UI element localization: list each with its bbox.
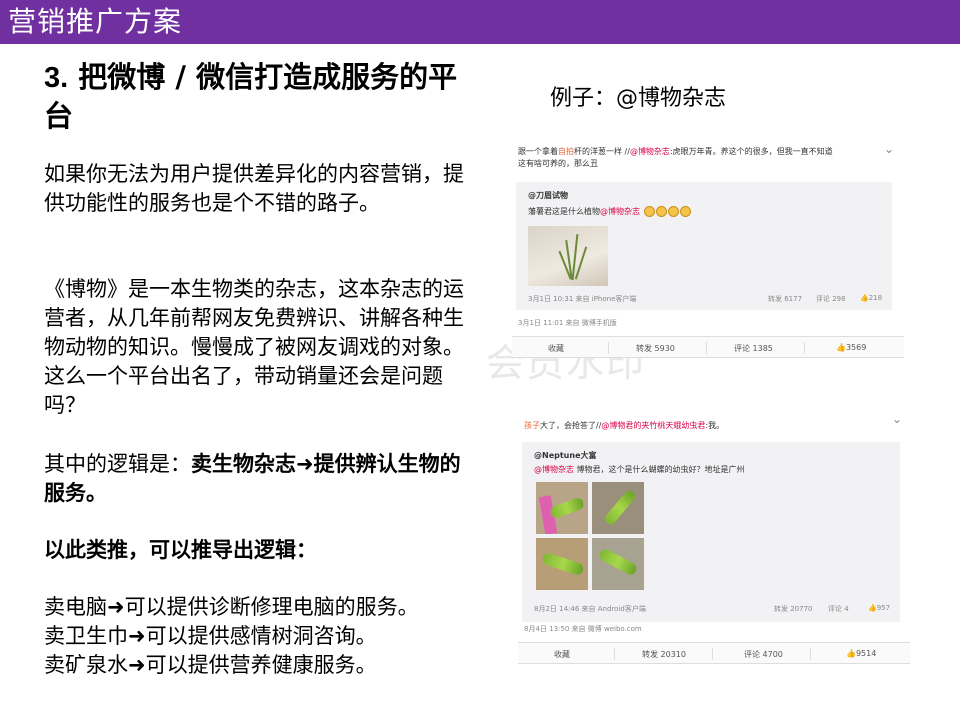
analogy-line: 卖矿泉水➜可以提供营养健康服务。 xyxy=(44,653,377,677)
analogy-line: 卖卫生巾➜可以提供感情树洞咨询。 xyxy=(44,624,377,648)
plant-photo[interactable] xyxy=(528,226,608,286)
source-stat[interactable]: 评论 4 xyxy=(828,604,849,614)
comment-button[interactable]: 评论 1385 xyxy=(734,343,773,354)
source-text-part: 博物君，这个是什么蝴蝶的幼虫好？地址是广州 xyxy=(576,465,745,474)
source-stat[interactable]: 转发 20770 xyxy=(774,604,813,614)
source-text-part: 藩薯君这是什么植物 xyxy=(528,207,600,216)
caterpillar-photo[interactable] xyxy=(536,482,588,534)
caterpillar-photo[interactable] xyxy=(592,482,644,534)
paragraph-analogy-title: 以此类推，可以推导出逻辑： xyxy=(44,538,317,562)
repost-button[interactable]: 转发 20310 xyxy=(642,649,686,660)
post-text-part: 大了，会抢答了// xyxy=(540,421,602,430)
mention-link[interactable]: @博物杂志 xyxy=(534,465,574,474)
weibo-post-text: 孩子大了，会抢答了//@博物君的夹竹桃天蛾幼虫君:我。 xyxy=(524,420,892,432)
caterpillar-photo[interactable] xyxy=(592,538,644,590)
mention-link[interactable]: @博物杂志 xyxy=(630,147,670,156)
source-stat[interactable]: 👍957 xyxy=(868,604,890,612)
action-bar: 收藏 转发 5930 评论 1385 👍3569 xyxy=(512,336,904,358)
weibo-card-1: 跟一个拿着自拍杆的洋葱一样 //@博物杂志:虎眼万年青。养这个的很多，但我一直不… xyxy=(512,140,904,362)
source-meta: 8月2日 14:46 来自 Android客户端 xyxy=(534,605,646,613)
like-button[interactable]: 👍3569 xyxy=(836,343,866,352)
comment-button[interactable]: 评论 4700 xyxy=(744,649,783,660)
post-highlight: 自拍 xyxy=(558,147,574,156)
source-stat[interactable]: 转发 6177 xyxy=(768,294,802,304)
post-meta: 3月1日 11:01 来自 微博手机版 xyxy=(518,319,617,327)
chevron-down-icon[interactable]: ⌄ xyxy=(892,412,902,426)
repost-button[interactable]: 转发 5930 xyxy=(636,343,675,354)
source-meta: 3月1日 10:31 来自 iPhone客户端 xyxy=(528,295,637,303)
post-highlight: 孩子 xyxy=(524,421,540,430)
post-text-part: :我。 xyxy=(705,421,725,430)
caterpillar-photo[interactable] xyxy=(536,538,588,590)
favorite-button[interactable]: 收藏 xyxy=(548,343,564,354)
example-label: 例子：@博物杂志 xyxy=(550,86,727,111)
paragraph-intro: 如果你无法为用户提供差异化的内容营销，提供功能性的服务也是个不错的路子。 xyxy=(44,162,464,215)
weibo-card-2: 孩子大了，会抢答了//@博物君的夹竹桃天蛾幼虫君:我。 ⌄ @Neptune大富… xyxy=(518,410,910,668)
like-button[interactable]: 👍9514 xyxy=(846,649,876,658)
repost-box: @刀眉试物 藩薯君这是什么植物@博物杂志 3月1日 10:31 来自 iPhon… xyxy=(516,182,892,310)
action-bar: 收藏 转发 20310 评论 4700 👍9514 xyxy=(518,642,910,664)
source-stat[interactable]: 👍218 xyxy=(860,294,882,302)
source-text: 藩薯君这是什么植物@博物杂志 xyxy=(528,206,691,217)
paragraph-bowu: 《博物》是一本生物类的杂志，这本杂志的运营者，从几年前帮网友免费辨识、讲解各种生… xyxy=(44,277,464,417)
mention-link[interactable]: @博物杂志 xyxy=(600,207,640,216)
weibo-post-text: 跟一个拿着自拍杆的洋葱一样 //@博物杂志:虎眼万年青。养这个的很多，但我一直不… xyxy=(518,146,886,170)
analogy-line: 卖电脑➜可以提供诊断修理电脑的服务。 xyxy=(44,595,419,619)
paragraph-analogies: 卖电脑➜可以提供诊断修理电脑的服务。 卖卫生巾➜可以提供感情树洞咨询。 卖矿泉水… xyxy=(44,593,474,680)
header-bar: 营销推广方案 xyxy=(0,0,960,44)
logic-prefix: 其中的逻辑是： xyxy=(44,452,191,476)
source-user[interactable]: @刀眉试物 xyxy=(528,190,568,201)
emoji-icon xyxy=(667,206,679,217)
favorite-button[interactable]: 收藏 xyxy=(554,649,570,660)
source-stat[interactable]: 评论 298 xyxy=(816,294,846,304)
chevron-down-icon[interactable]: ⌄ xyxy=(884,142,894,156)
section-heading-text: 把微博 / 微信打造成服务的平台 xyxy=(44,60,458,133)
section-number: 3. xyxy=(44,62,69,94)
post-text-part: 这有啥可养的，那么丑 xyxy=(518,159,598,168)
mention-link[interactable]: @博物君的夹竹桃天蛾幼虫君 xyxy=(601,421,705,430)
emoji-icon xyxy=(643,206,655,217)
post-text-part: :虎眼万年青。养这个的很多，但我一直不知道 xyxy=(669,147,833,156)
source-user[interactable]: @Neptune大富 xyxy=(534,450,597,461)
post-text-part: 杆的洋葱一样 // xyxy=(574,147,630,156)
emoji-icon xyxy=(655,206,667,217)
section-heading: 3. 把微博 / 微信打造成服务的平台 xyxy=(44,58,484,135)
source-text: @博物杂志 博物君，这个是什么蝴蝶的幼虫好？地址是广州 xyxy=(534,464,745,475)
post-meta: 8月4日 13:50 来自 微博 weibo.com xyxy=(524,625,642,633)
post-text-part: 跟一个拿着 xyxy=(518,147,558,156)
paragraph-logic: 其中的逻辑是：卖生物杂志➜提供辨认生物的服务。 xyxy=(44,450,474,508)
repost-box: @Neptune大富 @博物杂志 博物君，这个是什么蝴蝶的幼虫好？地址是广州 8… xyxy=(522,442,900,622)
emoji-icon xyxy=(679,206,691,217)
header-title: 营销推广方案 xyxy=(8,5,183,38)
